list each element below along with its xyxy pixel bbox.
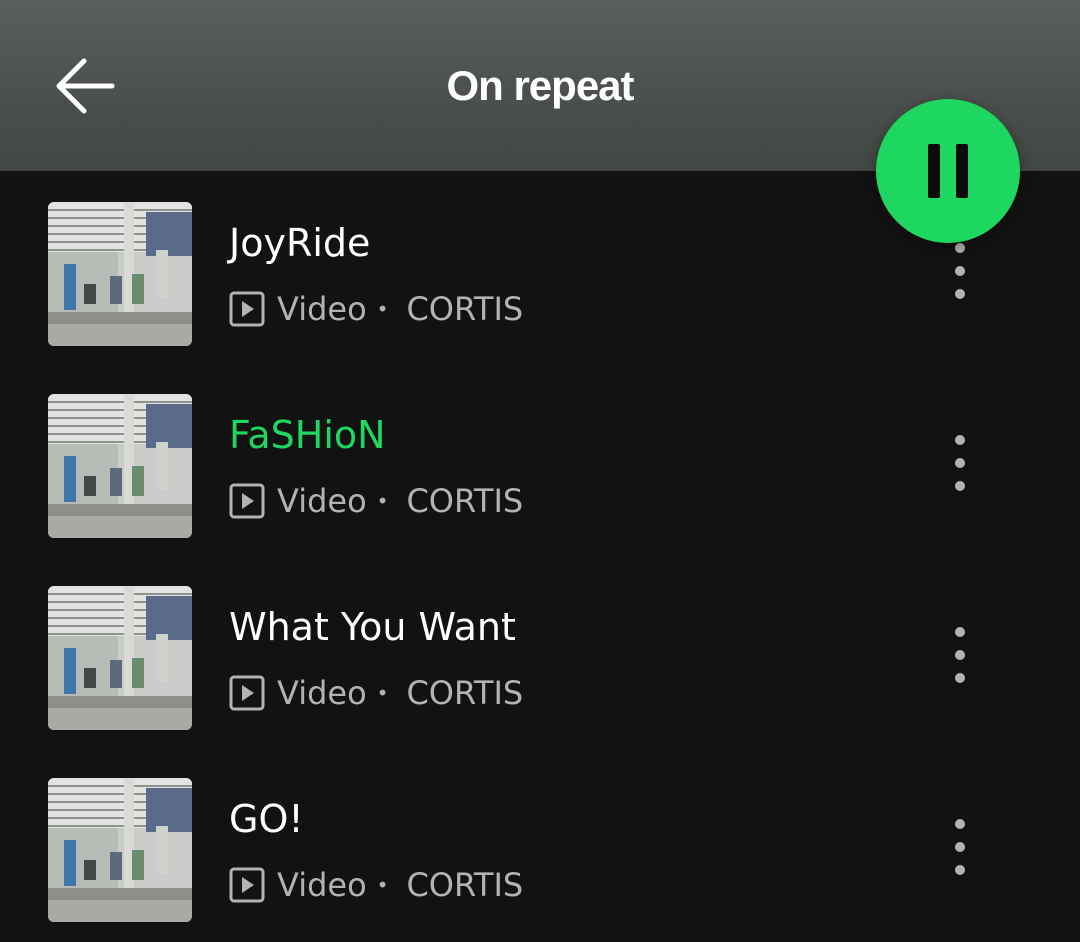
- dot-icon: [955, 481, 965, 491]
- dot-icon: [955, 819, 965, 829]
- pause-button[interactable]: [876, 99, 1020, 243]
- pause-icon: [928, 144, 968, 198]
- track-title: What You Want: [229, 605, 516, 649]
- video-icon: [229, 867, 265, 903]
- dot-icon: [955, 842, 965, 852]
- track-artist[interactable]: CORTIS: [406, 482, 523, 520]
- meta-separator: •: [376, 489, 389, 513]
- track-artist[interactable]: CORTIS: [406, 866, 523, 904]
- track-meta: Video • CORTIS: [229, 673, 523, 713]
- track-thumbnail: [48, 586, 192, 730]
- video-icon: [229, 483, 265, 519]
- track-meta: Video • CORTIS: [229, 481, 523, 521]
- track-title: FaSHioN: [229, 413, 386, 457]
- more-options-button[interactable]: [940, 231, 980, 311]
- track-artist[interactable]: CORTIS: [406, 290, 523, 328]
- track-thumbnail: [48, 778, 192, 922]
- track-row[interactable]: GO! Video • CORTIS: [0, 747, 1080, 939]
- track-row[interactable]: FaSHioN Video • CORTIS: [0, 363, 1080, 555]
- dot-icon: [955, 865, 965, 875]
- track-meta: Video • CORTIS: [229, 289, 523, 329]
- dot-icon: [955, 289, 965, 299]
- dot-icon: [955, 435, 965, 445]
- track-type: Video: [277, 290, 367, 328]
- track-thumbnail: [48, 394, 192, 538]
- meta-separator: •: [376, 297, 389, 321]
- dot-icon: [955, 458, 965, 468]
- track-thumbnail: [48, 202, 192, 346]
- dot-icon: [955, 650, 965, 660]
- video-icon: [229, 291, 265, 327]
- video-icon: [229, 675, 265, 711]
- track-title: GO!: [229, 797, 304, 841]
- page-title: On repeat: [446, 62, 634, 109]
- meta-separator: •: [376, 873, 389, 897]
- track-title: JoyRide: [229, 221, 371, 265]
- dot-icon: [955, 673, 965, 683]
- meta-separator: •: [376, 681, 389, 705]
- track-type: Video: [277, 866, 367, 904]
- track-artist[interactable]: CORTIS: [406, 674, 523, 712]
- track-row[interactable]: What You Want Video • CORTIS: [0, 555, 1080, 747]
- track-meta: Video • CORTIS: [229, 865, 523, 905]
- more-options-button[interactable]: [940, 423, 980, 503]
- more-options-button[interactable]: [940, 807, 980, 887]
- dot-icon: [955, 627, 965, 637]
- dot-icon: [955, 243, 965, 253]
- track-type: Video: [277, 482, 367, 520]
- track-type: Video: [277, 674, 367, 712]
- dot-icon: [955, 266, 965, 276]
- more-options-button[interactable]: [940, 615, 980, 695]
